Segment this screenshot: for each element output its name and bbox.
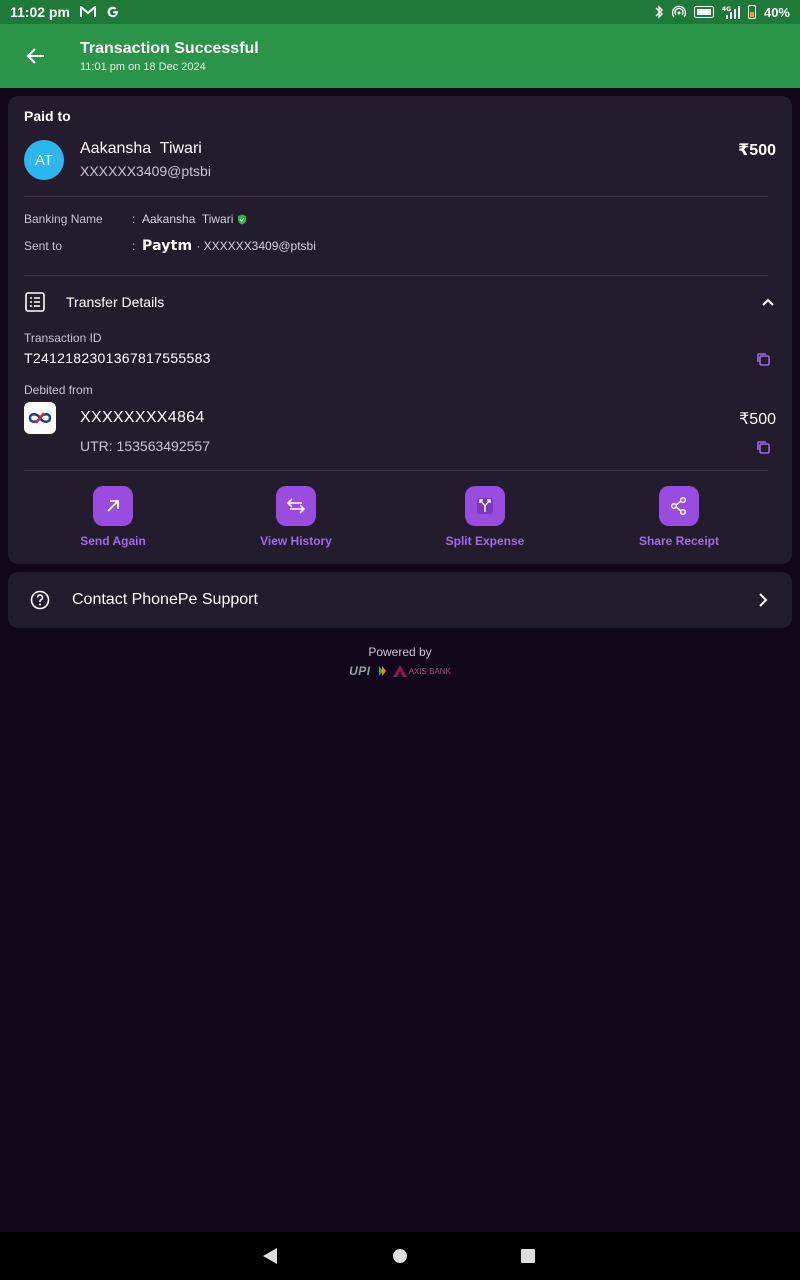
share-receipt-button[interactable]: Share Receipt <box>619 486 739 548</box>
divider <box>24 470 768 471</box>
powered-by-label: Powered by <box>368 645 432 659</box>
paytm-logo: Paytm <box>142 238 193 254</box>
transaction-id: T2412182301367817555583 <box>24 350 211 366</box>
google-icon <box>106 5 120 19</box>
split-expense-label: Split Expense <box>445 534 525 548</box>
upi-logo: UPI <box>349 664 371 678</box>
square-recents-icon <box>521 1249 535 1263</box>
payee-name: Aakansha Tiwari <box>80 140 202 157</box>
axis-bank-label: AXIS BANK <box>408 666 451 676</box>
upi-arrow-icon <box>378 666 386 676</box>
banking-name-label: Banking Name <box>24 212 103 226</box>
bluetooth-icon <box>654 5 664 19</box>
transfer-details-title: Transfer Details <box>66 294 165 310</box>
battery-icon <box>747 5 756 19</box>
arrow-up-right-icon <box>93 486 133 526</box>
help-circle-icon <box>30 590 50 610</box>
app-header: Transaction Successful 11:01 pm on 18 De… <box>0 24 800 88</box>
axis-bank-icon <box>392 665 407 677</box>
transaction-card: Paid to AT Aakansha Tiwari XXXXXX3409@pt… <box>8 96 792 564</box>
signal-icon: 4G <box>722 5 740 19</box>
debit-account-number: XXXXXXXX4864 <box>80 409 205 426</box>
chevron-up-icon <box>762 298 774 306</box>
view-history-label: View History <box>260 534 332 548</box>
circle-home-icon <box>393 1249 407 1263</box>
transaction-id-label: Transaction ID <box>24 331 102 345</box>
send-again-label: Send Again <box>80 534 146 548</box>
debit-amount: ₹500 <box>739 411 776 428</box>
transaction-timestamp: 11:01 pm on 18 Dec 2024 <box>80 60 206 73</box>
action-row: Send Again View History Split Expense Sh… <box>8 486 792 556</box>
system-nav-bar <box>0 1232 800 1280</box>
copy-icon[interactable] <box>756 440 770 454</box>
swap-arrows-icon <box>276 486 316 526</box>
nav-recents-button[interactable] <box>498 1232 558 1280</box>
avatar: AT <box>24 140 64 180</box>
chevron-right-icon <box>759 593 768 607</box>
banking-name-value: Aakansha Tiwari <box>142 212 234 226</box>
sent-to-row: Sent to : Paytm · XXXXXX3409@ptsbi <box>24 238 316 254</box>
view-history-button[interactable]: View History <box>236 486 356 548</box>
volte-icon <box>693 6 714 18</box>
back-button[interactable] <box>0 24 72 88</box>
receipt-list-icon <box>25 292 45 312</box>
bank-logo <box>24 402 56 434</box>
contact-support-button[interactable]: Contact PhonePe Support <box>8 572 792 628</box>
battery-percent: 40% <box>763 4 790 20</box>
split-expense-button[interactable]: Split Expense <box>425 486 545 548</box>
banking-name-row: Banking Name : Aakansha Tiwari <box>24 212 247 226</box>
contact-support-label: Contact PhonePe Support <box>72 591 258 608</box>
verified-shield-icon <box>238 214 247 224</box>
colon: : <box>132 212 136 226</box>
arrow-left-icon <box>26 48 44 64</box>
paid-to-label: Paid to <box>24 108 71 124</box>
gmail-icon <box>79 6 96 18</box>
page-title: Transaction Successful <box>80 39 259 57</box>
split-icon <box>465 486 505 526</box>
axis-bank-logo: AXIS BANK <box>392 665 451 677</box>
debited-from-label: Debited from <box>24 383 93 397</box>
paid-amount: ₹500 <box>738 142 776 159</box>
partner-logos: UPI AXIS BANK <box>0 664 800 678</box>
network-type-label: 4G <box>722 6 731 13</box>
share-icon <box>659 486 699 526</box>
divider <box>24 196 768 197</box>
nav-home-button[interactable] <box>370 1232 430 1280</box>
transfer-details-toggle[interactable]: Transfer Details <box>24 290 776 314</box>
colon: : <box>132 239 136 253</box>
payee-vpa: XXXXXX3409@ptsbi <box>80 163 211 179</box>
nav-back-button[interactable] <box>240 1232 300 1280</box>
triangle-back-icon <box>263 1248 277 1264</box>
hotspot-icon <box>671 5 686 19</box>
copy-icon[interactable] <box>756 352 770 366</box>
send-again-button[interactable]: Send Again <box>53 486 173 548</box>
status-bar: 11:02 pm 4G 40% <box>0 0 800 24</box>
divider <box>24 275 768 276</box>
share-receipt-label: Share Receipt <box>638 534 720 548</box>
sent-to-vpa: · XXXXXX3409@ptsbi <box>196 239 316 253</box>
utr-number: UTR: 153563492557 <box>80 438 210 454</box>
status-time: 11:02 pm <box>10 4 70 20</box>
sent-to-label: Sent to <box>24 239 63 253</box>
